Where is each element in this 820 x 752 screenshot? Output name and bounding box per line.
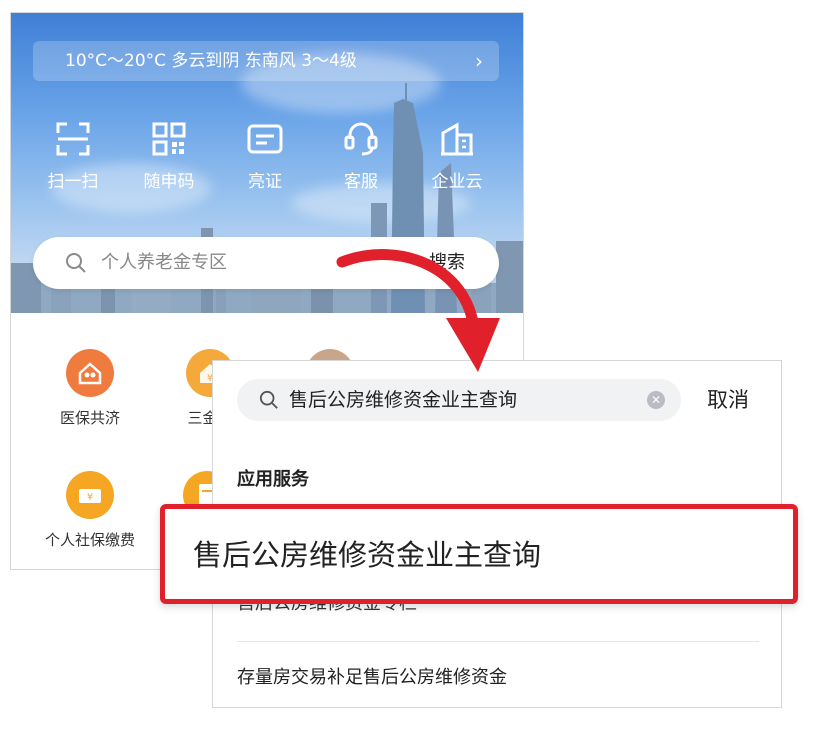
service-label: 医保共济 — [59, 409, 120, 427]
main-search-bar[interactable]: 个人养老金专区 搜索 — [33, 237, 499, 289]
scan-icon — [56, 122, 90, 156]
search-result-item[interactable]: 存量房交易补足售后公房维修资金 — [237, 663, 507, 689]
clear-icon[interactable]: ✕ — [647, 391, 665, 409]
quick-action-enterprise-cloud[interactable]: 企业云 — [417, 121, 497, 192]
highlighted-search-result[interactable]: 售后公房维修资金业主查询 — [160, 504, 798, 604]
wallet-yen-icon: ¥ — [66, 471, 114, 519]
qr-code-icon — [152, 122, 186, 156]
quick-action-scan[interactable]: 扫一扫 — [33, 121, 113, 192]
search-input[interactable]: 售后公房维修资金业主查询 ✕ — [237, 379, 681, 421]
quick-action-label: 随申码 — [143, 172, 195, 192]
search-placeholder: 个人养老金专区 — [101, 252, 227, 273]
search-icon — [259, 390, 278, 409]
quick-action-customer-service[interactable]: 客服 — [321, 121, 401, 192]
cancel-button[interactable]: 取消 — [707, 379, 749, 421]
search-icon — [66, 253, 86, 273]
quick-action-label: 企业云 — [431, 172, 483, 192]
house-family-icon — [66, 349, 114, 397]
section-title: 应用服务 — [237, 469, 309, 490]
search-query: 售后公房维修资金业主查询 — [289, 389, 518, 411]
id-card-icon — [247, 124, 283, 154]
customer-service-icon — [344, 122, 378, 156]
hero-banner: 10°C～20°C 多云到阴 东南风 3～4级 › 扫一扫 随申码 亮证 客服 … — [11, 13, 523, 313]
weather-bar[interactable]: 10°C～20°C 多云到阴 东南风 3～4级 › — [33, 41, 499, 81]
quick-action-label: 客服 — [344, 172, 378, 192]
weather-text: 10°C～20°C 多云到阴 东南风 3～4级 — [65, 51, 357, 71]
divider — [237, 641, 759, 642]
search-button[interactable]: 搜索 — [429, 237, 465, 289]
quick-action-qr-code[interactable]: 随申码 — [129, 121, 209, 192]
building-icon — [441, 122, 473, 156]
service-medical-mutual-aid[interactable]: 医保共济 — [35, 349, 145, 428]
svg-text:¥: ¥ — [87, 492, 93, 503]
highlighted-result-label: 售后公房维修资金业主查询 — [193, 538, 542, 572]
quick-action-show-id[interactable]: 亮证 — [225, 121, 305, 192]
chevron-right-icon: › — [475, 49, 483, 73]
quick-action-label: 亮证 — [248, 172, 282, 192]
quick-action-label: 扫一扫 — [47, 172, 99, 192]
service-label: 个人社保缴费 — [44, 531, 135, 549]
